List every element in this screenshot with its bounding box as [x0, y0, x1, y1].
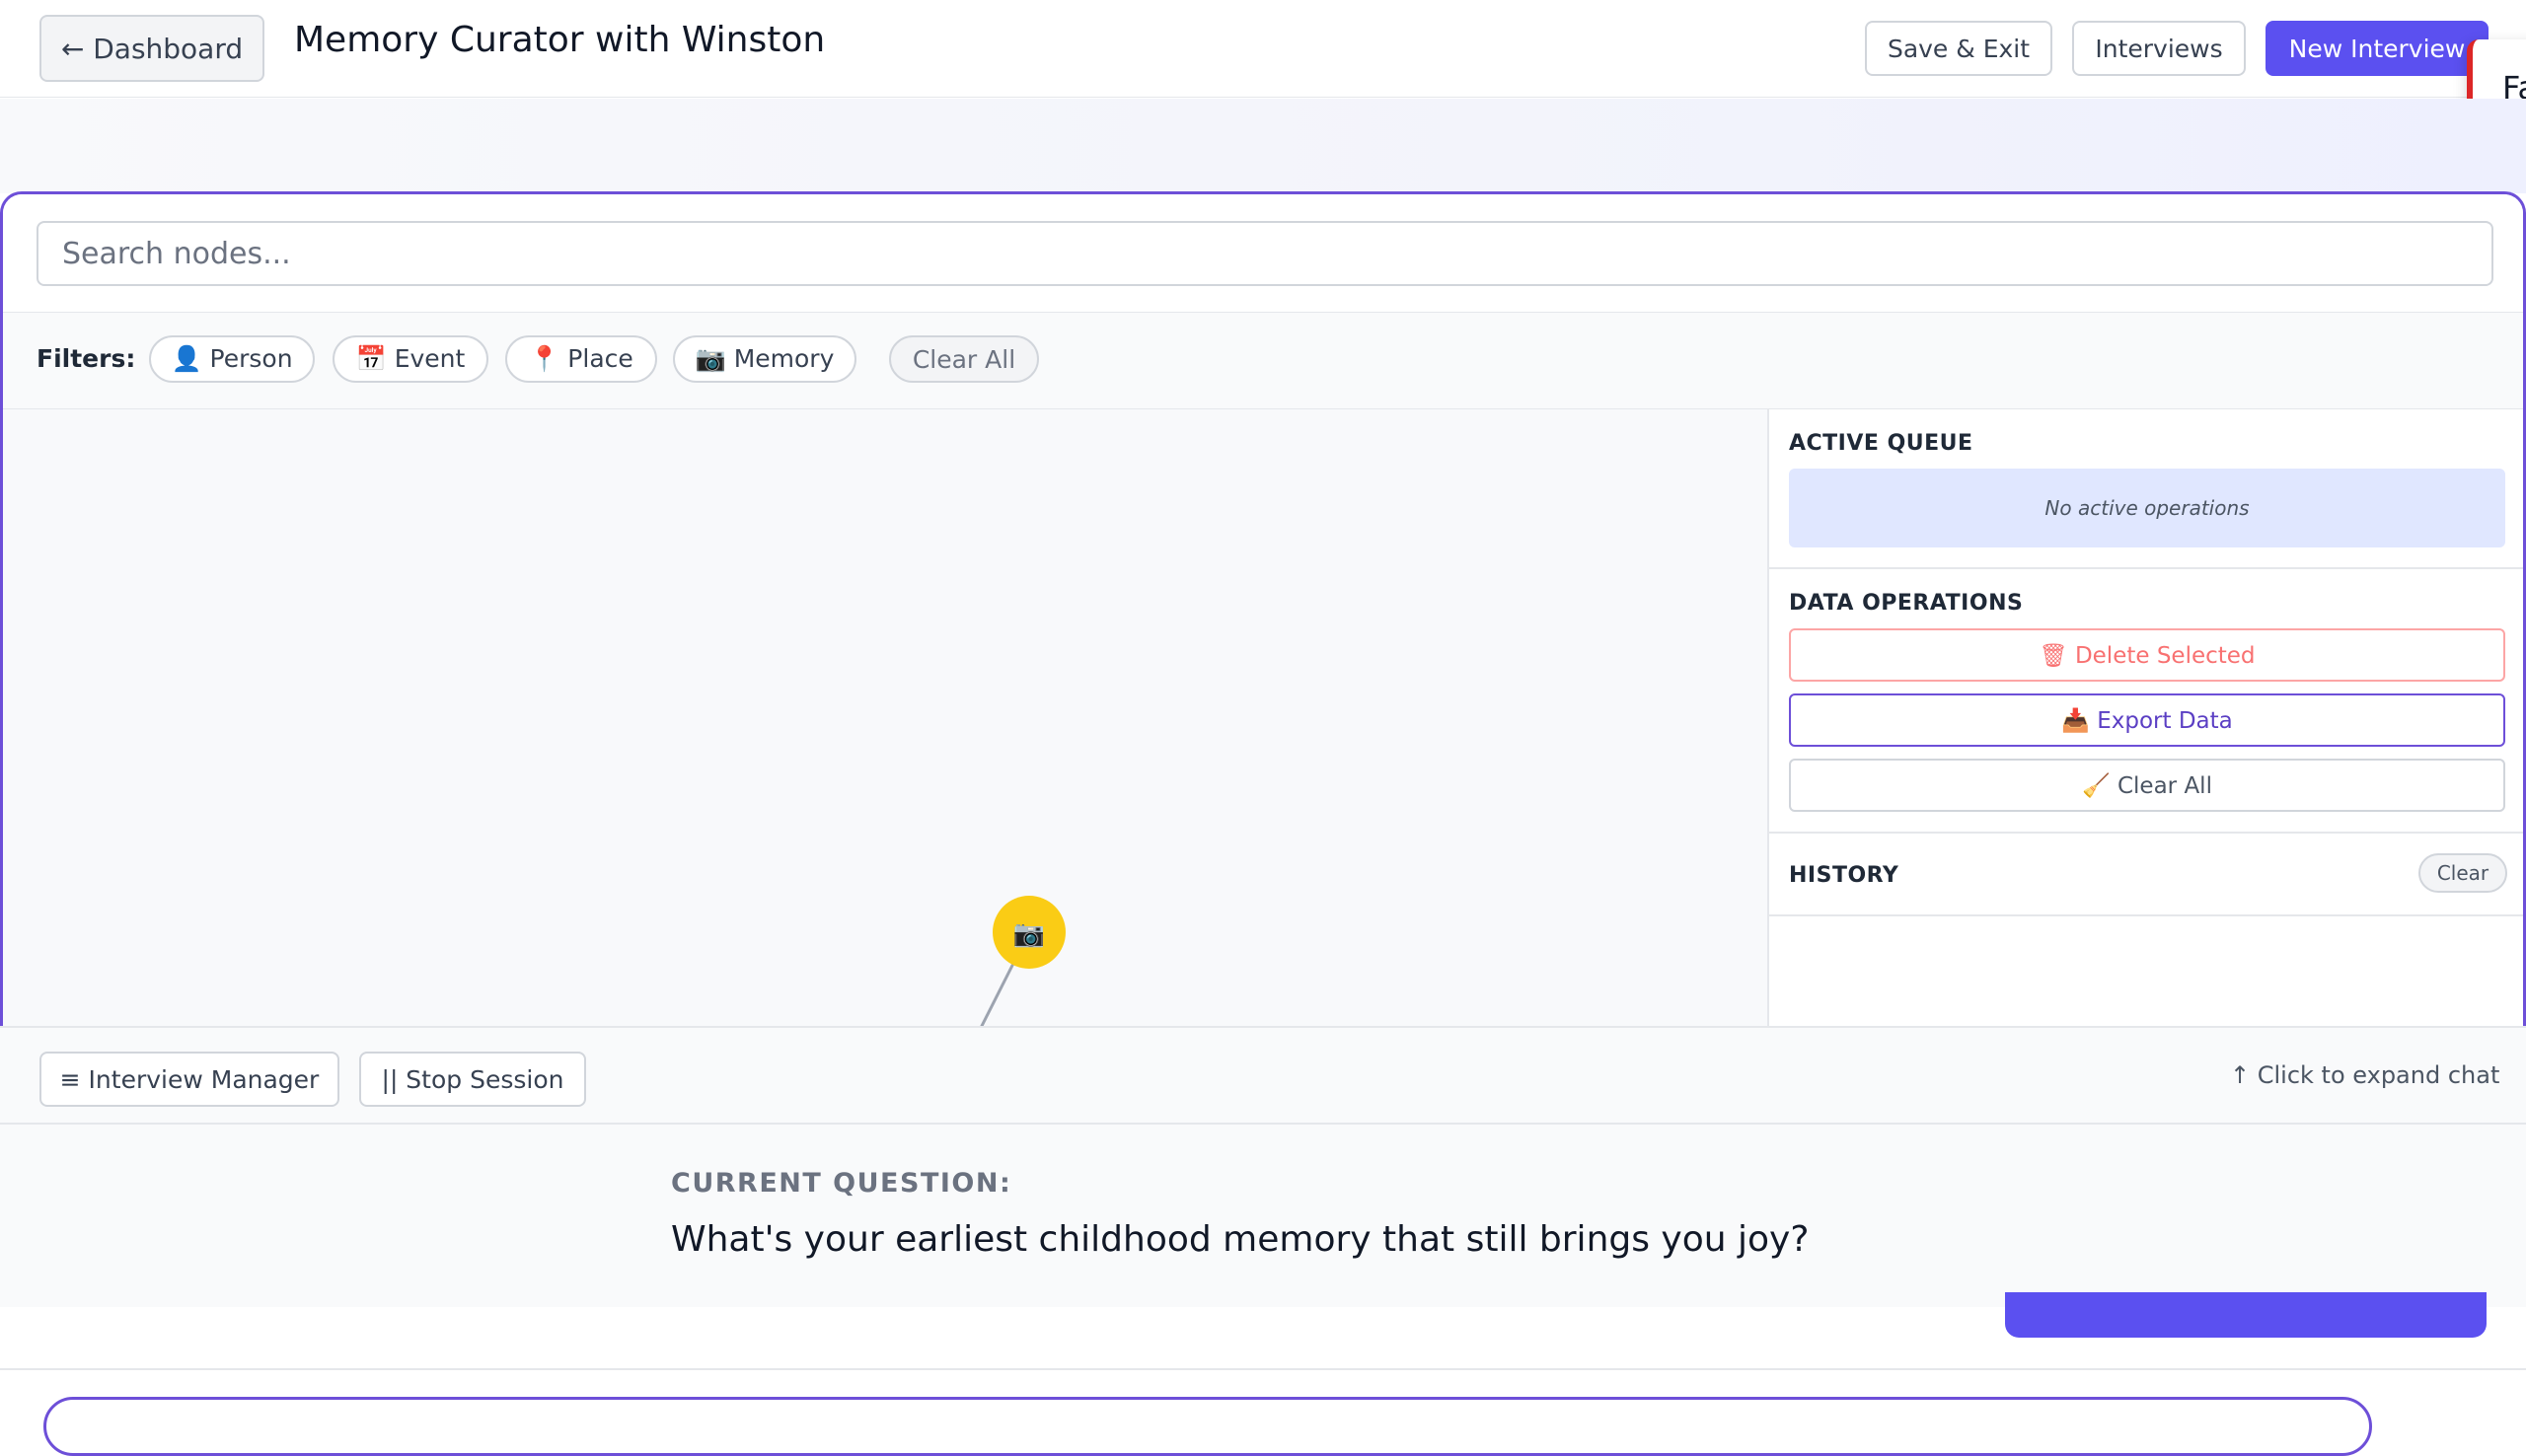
export-data-button[interactable]: 📥 Export Data — [1789, 693, 2505, 747]
clear-all-data-button[interactable]: 🧹 Clear All — [1789, 759, 2505, 812]
history-title: HISTORY — [1789, 863, 1899, 888]
session-toolbar: ≡ Interview Manager || Stop Session ↑ Cl… — [0, 1026, 2526, 1125]
header-band — [0, 99, 2526, 193]
divider — [1769, 832, 2523, 834]
graph-node-memory[interactable]: 📷 — [993, 896, 1066, 969]
divider — [1769, 567, 2523, 569]
search-row — [3, 194, 2523, 313]
interviews-button[interactable]: Interviews — [2072, 21, 2246, 76]
clear-filters-button[interactable]: Clear All — [889, 335, 1039, 383]
active-queue-title: ACTIVE QUEUE — [1789, 431, 1973, 456]
stop-session-button[interactable]: || Stop Session — [359, 1052, 586, 1107]
delete-selected-button[interactable]: 🗑 Delete Selected — [1789, 628, 2505, 682]
active-queue-empty: No active operations — [1789, 469, 2505, 547]
filter-chip-place[interactable]: 📍 Place — [505, 335, 657, 383]
back-to-dashboard-button[interactable]: ← Dashboard — [39, 15, 264, 82]
data-operations-title: DATA OPERATIONS — [1789, 591, 2024, 616]
clear-history-button[interactable]: Clear — [2418, 853, 2507, 893]
filter-bar: Filters: 👤 Person 📅 Event 📍 Place 📷 Memo… — [3, 313, 2523, 409]
save-exit-button[interactable]: Save & Exit — [1865, 21, 2052, 76]
top-header: ← Dashboard Memory Curator with Winston … — [0, 0, 2526, 98]
expand-chat-toggle[interactable]: ↑ Click to expand chat — [2230, 1061, 2499, 1089]
new-interview-button[interactable]: New Interview — [2266, 21, 2489, 76]
search-nodes-input[interactable] — [37, 221, 2493, 286]
chat-input[interactable] — [43, 1397, 2372, 1456]
page-title: Memory Curator with Winston — [294, 20, 826, 60]
current-question-text: What's your earliest childhood memory th… — [671, 1219, 1810, 1260]
divider — [1769, 914, 2523, 916]
filter-chip-memory[interactable]: 📷 Memory — [673, 335, 856, 383]
filters-label: Filters: — [37, 344, 136, 373]
filter-chip-event[interactable]: 📅 Event — [333, 335, 488, 383]
filter-chip-person[interactable]: 👤 Person — [149, 335, 315, 383]
current-question-label: CURRENT QUESTION: — [671, 1168, 1012, 1199]
submit-button-partial[interactable] — [2005, 1292, 2487, 1338]
camera-icon: 📷 — [1013, 919, 1045, 949]
interview-manager-button[interactable]: ≡ Interview Manager — [39, 1052, 339, 1107]
